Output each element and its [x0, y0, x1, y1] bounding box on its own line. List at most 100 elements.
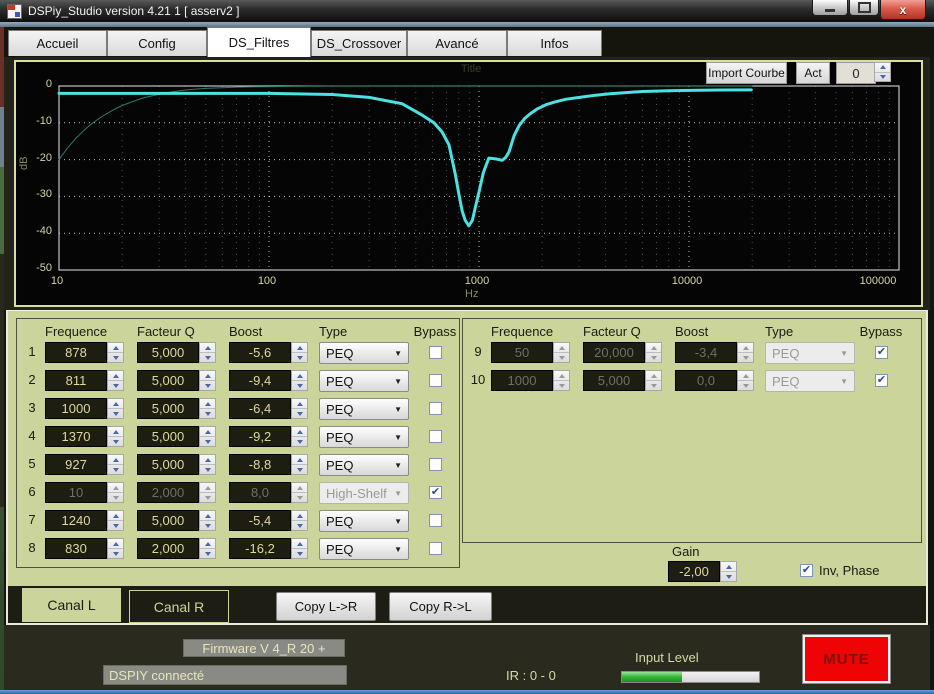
close-button[interactable]: x: [880, 0, 926, 20]
spin-down-button[interactable]: [200, 436, 215, 446]
q-factor-field[interactable]: 2,000: [137, 538, 199, 559]
spin-down-button[interactable]: [108, 436, 123, 446]
q-factor-field[interactable]: 5,000: [137, 510, 199, 531]
value-spinner[interactable]: [107, 342, 124, 363]
tab-canal-l[interactable]: Canal L: [22, 588, 121, 622]
tab-config[interactable]: Config: [107, 30, 207, 56]
bypass-checkbox[interactable]: [429, 430, 442, 443]
spin-up-button[interactable]: [875, 63, 890, 72]
spin-down-button[interactable]: [108, 408, 123, 418]
bypass-checkbox[interactable]: [429, 402, 442, 415]
minimize-button[interactable]: [812, 0, 848, 16]
act-button[interactable]: Act: [796, 62, 830, 84]
tab-canal-r[interactable]: Canal R: [129, 590, 229, 623]
spin-up-button[interactable]: [292, 399, 307, 408]
frequency-field[interactable]: 811: [45, 370, 107, 391]
act-value-field[interactable]: 0: [836, 62, 876, 84]
spin-down-button[interactable]: [108, 548, 123, 558]
spin-down-button[interactable]: [200, 352, 215, 362]
value-spinner[interactable]: [107, 454, 124, 475]
value-spinner[interactable]: [107, 398, 124, 419]
spin-down-button[interactable]: [108, 464, 123, 474]
filter-type-select[interactable]: PEQ▼: [319, 342, 409, 364]
frequency-field[interactable]: 1240: [45, 510, 107, 531]
spin-up-button[interactable]: [292, 427, 307, 436]
spin-down-button[interactable]: [108, 520, 123, 530]
filter-type-select[interactable]: PEQ▼: [319, 510, 409, 532]
spin-down-button[interactable]: [108, 352, 123, 362]
spin-down-button[interactable]: [108, 380, 123, 390]
spin-up-button[interactable]: [108, 343, 123, 352]
copy-l-to-r-button[interactable]: Copy L->R: [276, 592, 376, 621]
q-factor-field[interactable]: 5,000: [137, 342, 199, 363]
act-value-spinner[interactable]: [874, 62, 891, 82]
filter-type-select[interactable]: PEQ▼: [319, 538, 409, 560]
frequency-field[interactable]: 927: [45, 454, 107, 475]
boost-field[interactable]: -6,4: [229, 398, 291, 419]
q-factor-field[interactable]: 5,000: [137, 398, 199, 419]
q-factor-field[interactable]: 5,000: [137, 426, 199, 447]
value-spinner[interactable]: [107, 370, 124, 391]
frequency-field[interactable]: 878: [45, 342, 107, 363]
gain-spinner[interactable]: [720, 561, 737, 582]
spin-up-button[interactable]: [200, 371, 215, 380]
value-spinner[interactable]: [291, 370, 308, 391]
spin-up-button[interactable]: [200, 399, 215, 408]
spin-down-button[interactable]: [292, 436, 307, 446]
spin-up-button[interactable]: [108, 539, 123, 548]
bypass-checkbox[interactable]: ✔: [875, 374, 888, 387]
value-spinner[interactable]: [199, 454, 216, 475]
value-spinner[interactable]: [199, 426, 216, 447]
copy-r-to-l-button[interactable]: Copy R->L: [389, 592, 492, 621]
q-factor-field[interactable]: 5,000: [137, 370, 199, 391]
filter-type-select[interactable]: PEQ▼: [319, 426, 409, 448]
spin-down-button[interactable]: [200, 464, 215, 474]
filter-type-select[interactable]: PEQ▼: [319, 398, 409, 420]
spin-down-button[interactable]: [292, 380, 307, 390]
bypass-checkbox[interactable]: [429, 346, 442, 359]
spin-up-button[interactable]: [108, 371, 123, 380]
boost-field[interactable]: -5,4: [229, 510, 291, 531]
value-spinner[interactable]: [199, 510, 216, 531]
boost-field[interactable]: -16,2: [229, 538, 291, 559]
spin-up-button[interactable]: [292, 539, 307, 548]
spin-down-button[interactable]: [200, 520, 215, 530]
spin-up-button[interactable]: [292, 455, 307, 464]
spin-up-button[interactable]: [108, 511, 123, 520]
spin-down-button[interactable]: [292, 548, 307, 558]
spin-up-button[interactable]: [292, 371, 307, 380]
tab-ds-filtres[interactable]: DS_Filtres: [207, 27, 311, 57]
value-spinner[interactable]: [199, 342, 216, 363]
mute-button[interactable]: MUTE: [803, 635, 890, 683]
import-courbe-button[interactable]: Import Courbe: [706, 62, 787, 84]
filter-type-select[interactable]: PEQ▼: [319, 454, 409, 476]
spin-down-button[interactable]: [721, 571, 736, 581]
value-spinner[interactable]: [199, 398, 216, 419]
maximize-button[interactable]: [849, 0, 879, 16]
spin-down-button[interactable]: [200, 380, 215, 390]
spin-up-button[interactable]: [108, 427, 123, 436]
value-spinner[interactable]: [291, 538, 308, 559]
q-factor-field[interactable]: 5,000: [137, 454, 199, 475]
value-spinner[interactable]: [107, 510, 124, 531]
gain-field[interactable]: -2,00: [668, 561, 720, 582]
boost-field[interactable]: -9,4: [229, 370, 291, 391]
inv-phase-checkbox[interactable]: ✔: [800, 564, 813, 577]
title-bar[interactable]: DSPiy_Studio version 4.21 1 [ asserv2 ] …: [0, 0, 934, 22]
spin-up-button[interactable]: [200, 455, 215, 464]
value-spinner[interactable]: [291, 454, 308, 475]
value-spinner[interactable]: [107, 426, 124, 447]
spin-up-button[interactable]: [108, 455, 123, 464]
filter-type-select[interactable]: PEQ▼: [319, 370, 409, 392]
frequency-field[interactable]: 1370: [45, 426, 107, 447]
bypass-checkbox[interactable]: ✔: [875, 346, 888, 359]
bypass-checkbox[interactable]: [429, 542, 442, 555]
tab-ds-crossover[interactable]: DS_Crossover: [311, 30, 407, 56]
bypass-checkbox[interactable]: [429, 514, 442, 527]
spin-up-button[interactable]: [292, 511, 307, 520]
value-spinner[interactable]: [199, 538, 216, 559]
frequency-field[interactable]: 1000: [45, 398, 107, 419]
value-spinner[interactable]: [199, 370, 216, 391]
value-spinner[interactable]: [291, 398, 308, 419]
spin-down-button[interactable]: [200, 548, 215, 558]
